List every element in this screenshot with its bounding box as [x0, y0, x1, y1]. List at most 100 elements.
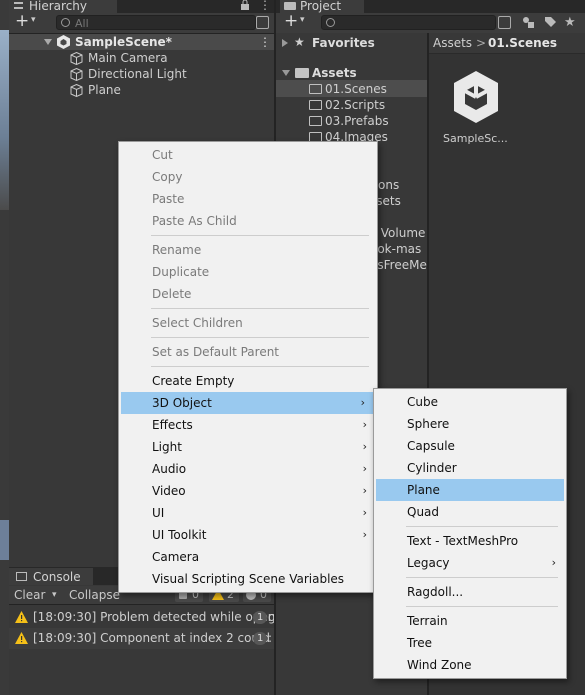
- gameobject-icon: [70, 68, 83, 81]
- menu-item-label: Light: [152, 440, 182, 454]
- menu-item-label: Effects: [152, 418, 193, 432]
- hierarchy-item-plane[interactable]: Plane: [70, 82, 121, 98]
- warning-icon: [15, 632, 28, 644]
- project-add-button[interactable]: + ▾: [282, 11, 312, 33]
- menu-item-visual-scripting-scene-variables[interactable]: Visual Scripting Scene Variables: [119, 568, 377, 590]
- search-options-icon[interactable]: [256, 16, 269, 29]
- log-message: [18:09:30] Problem detected while open: [33, 610, 274, 624]
- menu-item-sphere[interactable]: Sphere: [374, 413, 566, 435]
- submenu-arrow-icon: ›: [551, 556, 556, 569]
- submenu-3d-object: Cube Sphere Capsule Cylinder Plane Quad …: [373, 388, 567, 679]
- lock-icon[interactable]: [240, 0, 250, 10]
- project-tab-label: Project: [300, 0, 342, 13]
- hierarchy-toolbar: + ▾ All: [9, 11, 274, 34]
- menu-item-ui[interactable]: UI ›: [119, 502, 377, 524]
- menu-item-select-children: Select Children: [152, 316, 243, 330]
- menu-separator: [406, 606, 558, 607]
- hierarchy-item-directional-light[interactable]: Directional Light: [70, 66, 187, 82]
- scene-row[interactable]: SampleScene* ⋮: [9, 34, 274, 50]
- menu-item-3d-object[interactable]: 3D Object ›: [121, 392, 375, 414]
- submenu-arrow-icon: ›: [360, 396, 365, 409]
- add-button[interactable]: + ▾: [13, 11, 43, 33]
- console-log-row[interactable]: [18:09:30] Component at index 2 could 1 …: [9, 628, 274, 649]
- menu-item-copy: Copy: [152, 170, 183, 184]
- tab-console[interactable]: Console: [9, 568, 93, 585]
- menu-item-label: Video: [152, 484, 186, 498]
- hierarchy-item-main-camera[interactable]: Main Camera: [70, 50, 168, 66]
- menu-item-audio[interactable]: Audio ›: [119, 458, 377, 480]
- menu-item-delete: Delete: [152, 287, 192, 301]
- menu-separator: [406, 577, 558, 578]
- favorite-star-icon[interactable]: ★: [564, 15, 576, 30]
- search-by-type-icon[interactable]: [498, 16, 511, 29]
- menu-item-light[interactable]: Light ›: [119, 436, 377, 458]
- dropdown-icon: ▾: [300, 15, 305, 25]
- hierarchy-item-label: Main Camera: [88, 51, 168, 65]
- menu-item-set-default-parent: Set as Default Parent: [152, 345, 280, 359]
- scene-sky: [0, 30, 9, 210]
- menu-item-label: Audio: [152, 462, 187, 476]
- menu-item-label: UI: [152, 506, 165, 520]
- console-icon: [16, 572, 27, 581]
- collapse-button[interactable]: Collapse: [69, 587, 120, 603]
- favorites-row[interactable]: ★ Favorites: [282, 35, 375, 51]
- menu-item-text-textmeshpro[interactable]: Text - TextMeshPro: [374, 530, 566, 552]
- menu-item-wind-zone[interactable]: Wind Zone: [374, 654, 566, 676]
- menu-item-quad[interactable]: Quad: [374, 501, 566, 523]
- menu-item-terrain[interactable]: Terrain: [374, 610, 566, 632]
- search-icon: [326, 18, 335, 27]
- menu-item-legacy[interactable]: Legacy ›: [374, 552, 566, 574]
- folder-item-peek[interactable]: k Volume: [370, 225, 425, 241]
- unity-scene-asset-icon: [451, 69, 501, 125]
- menu-item-camera[interactable]: Camera: [119, 546, 377, 568]
- hierarchy-tab-icon: [14, 2, 23, 9]
- hierarchy-search-input[interactable]: All: [56, 15, 256, 30]
- folder-item-prefabs[interactable]: 03.Prefabs: [309, 113, 389, 129]
- folder-item-scripts[interactable]: 02.Scripts: [309, 97, 385, 113]
- menu-item-ui-toolkit[interactable]: UI Toolkit ›: [119, 524, 377, 546]
- asset-item-samplescene[interactable]: SampleSc...: [443, 69, 508, 149]
- menu-item-ragdoll[interactable]: Ragdoll...: [374, 581, 566, 603]
- star-icon: ★: [294, 35, 305, 49]
- label-tag-icon[interactable]: [544, 16, 557, 29]
- menu-item-rename: Rename: [152, 243, 202, 257]
- menu-item-create-empty[interactable]: Create Empty: [119, 370, 377, 392]
- folder-tab-icon: [284, 2, 296, 10]
- submenu-arrow-icon: ›: [362, 506, 367, 519]
- submenu-arrow-icon: ›: [362, 440, 367, 453]
- menu-item-duplicate: Duplicate: [152, 265, 210, 279]
- menu-separator: [406, 526, 558, 527]
- clear-button[interactable]: Clear: [14, 587, 45, 603]
- search-icon: [61, 18, 70, 27]
- menu-item-label: Legacy: [407, 556, 450, 570]
- hierarchy-context-menu: Cut Copy Paste Paste As Child Rename Dup…: [118, 141, 378, 593]
- menu-item-cylinder[interactable]: Cylinder: [374, 457, 566, 479]
- clear-dropdown-icon[interactable]: ▾: [52, 587, 57, 603]
- unity-scene-icon: [57, 35, 70, 49]
- folder-item-scenes[interactable]: 01.Scenes: [309, 81, 387, 97]
- folder-item-peek[interactable]: esFreeMe: [370, 257, 427, 273]
- scene-name: SampleScene*: [75, 35, 172, 49]
- filter-type-icon[interactable]: [522, 16, 535, 29]
- menu-item-cube[interactable]: Cube: [374, 391, 566, 413]
- menu-separator: [151, 337, 369, 338]
- breadcrumb-current[interactable]: 01.Scenes: [488, 36, 557, 50]
- scene-menu-icon[interactable]: ⋮: [259, 35, 271, 49]
- project-search-input[interactable]: [321, 15, 496, 30]
- menu-item-plane[interactable]: Plane: [376, 479, 564, 501]
- assets-row[interactable]: Assets: [282, 65, 357, 81]
- menu-separator: [151, 235, 369, 236]
- panel-menu-icon[interactable]: ⋮: [259, 0, 271, 12]
- log-tail: :: [268, 631, 273, 645]
- warning-icon: [15, 611, 28, 623]
- menu-item-capsule[interactable]: Capsule: [374, 435, 566, 457]
- menu-item-video[interactable]: Video ›: [119, 480, 377, 502]
- breadcrumb-root[interactable]: Assets: [433, 36, 472, 50]
- console-log-row[interactable]: [18:09:30] Problem detected while open 1…: [9, 607, 274, 628]
- console-tab-label: Console: [33, 570, 81, 584]
- menu-item-paste-as-child: Paste As Child: [152, 214, 237, 228]
- foldout-arrow-icon: [282, 70, 290, 76]
- menu-item-tree[interactable]: Tree: [374, 632, 566, 654]
- gameobject-icon: [70, 52, 83, 65]
- menu-item-effects[interactable]: Effects ›: [119, 414, 377, 436]
